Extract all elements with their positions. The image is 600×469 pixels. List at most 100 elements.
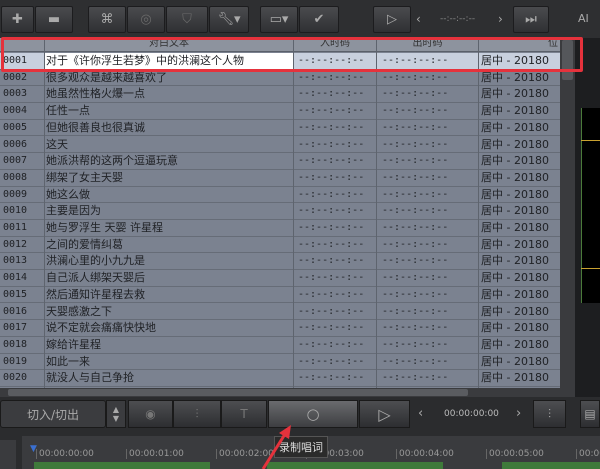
row-out-time[interactable]: --:--:--:--: [382, 86, 477, 102]
row-text[interactable]: 她这么做: [45, 187, 293, 203]
row-in-time[interactable]: --:--:--:--: [298, 170, 376, 186]
table-row[interactable]: 0018 嫁给许星程 --:--:--:-- --:--:--:-- 居中 - 2018…: [0, 337, 560, 354]
zoom-button[interactable]: ◎: [127, 6, 165, 33]
table-row[interactable]: 0008 绑架了女主天婴 --:--:--:-- --:--:--:-- 居中 - 20…: [0, 170, 560, 187]
row-out-time[interactable]: --:--:--:--: [382, 170, 477, 186]
row-in-time[interactable]: --:--:--:--: [298, 203, 376, 219]
row-out-time[interactable]: --:--:--:--: [382, 320, 477, 336]
row-out-time[interactable]: --:--:--:--: [382, 137, 477, 153]
row-in-time[interactable]: --:--:--:--: [298, 253, 376, 269]
row-position[interactable]: 居中 - 20180: [481, 86, 559, 102]
row-in-time[interactable]: --:--:--:--: [298, 370, 376, 386]
row-text[interactable]: 任性一点: [45, 103, 293, 119]
row-out-time[interactable]: --:--:--:--: [382, 253, 477, 269]
prev-arrow[interactable]: ‹: [418, 406, 423, 421]
table-row[interactable]: 0016 天婴感激之下 --:--:--:-- --:--:--:-- 居中 - 201…: [0, 304, 560, 321]
row-text[interactable]: 她派洪帮的这两个逗逼玩意: [45, 153, 293, 169]
row-position[interactable]: 居中 - 20180: [481, 120, 559, 136]
row-text[interactable]: 自己派人绑架天婴后: [45, 270, 293, 286]
row-text[interactable]: 主要是因为: [45, 203, 293, 219]
row-position[interactable]: 居中 - 20180: [481, 237, 559, 253]
display-dropdown[interactable]: ▭▾: [260, 6, 298, 33]
split-button[interactable]: ⫶: [173, 400, 221, 428]
tools-dropdown[interactable]: 🔧︎▾: [209, 6, 249, 33]
play-lyrics-button[interactable]: ▷: [359, 400, 410, 428]
horizontal-scrollbar[interactable]: [0, 388, 575, 397]
row-in-time[interactable]: --:--:--:--: [298, 120, 376, 136]
table-row[interactable]: 0019 如此一来 --:--:--:-- --:--:--:-- 居中 - 20180: [0, 354, 560, 371]
row-in-time[interactable]: --:--:--:--: [298, 337, 376, 353]
settings-button[interactable]: ⫶: [533, 400, 566, 428]
row-in-time[interactable]: --:--:--:--: [298, 320, 376, 336]
table-row[interactable]: 0012 之间的爱情纠葛 --:--:--:-- --:--:--:-- 居中 - 20…: [0, 237, 560, 254]
row-position[interactable]: 居中 - 20180: [481, 203, 559, 219]
table-row[interactable]: 0015 然后通知许星程去救 --:--:--:-- --:--:--:-- 居中 - …: [0, 287, 560, 304]
row-position[interactable]: 居中 - 20180: [481, 70, 559, 86]
next-arrow[interactable]: ›: [516, 406, 521, 421]
row-text[interactable]: 她虽然性格火爆一点: [45, 86, 293, 102]
row-text[interactable]: 说不定就会痛痛快快地: [45, 320, 293, 336]
row-in-time[interactable]: --:--:--:--: [298, 237, 376, 253]
row-in-time[interactable]: --:--:--:--: [298, 354, 376, 370]
row-position[interactable]: 居中 - 20180: [481, 320, 559, 336]
row-out-time[interactable]: --:--:--:--: [382, 354, 477, 370]
row-position[interactable]: 居中 - 20180: [481, 187, 559, 203]
row-in-time[interactable]: --:--:--:--: [298, 270, 376, 286]
row-text[interactable]: 就没人与自己争抢: [45, 370, 293, 386]
row-in-time[interactable]: --:--:--:--: [298, 86, 376, 102]
row-position[interactable]: 居中 - 20180: [481, 253, 559, 269]
next-arrow[interactable]: ›: [498, 12, 503, 26]
mode-stepper[interactable]: ▲ ▼: [106, 400, 126, 428]
row-position[interactable]: 居中 - 20180: [481, 220, 559, 236]
table-row[interactable]: 0011 她与罗浮生 天婴 许星程 --:--:--:-- --:--:--:-- 居中…: [0, 220, 560, 237]
row-text[interactable]: 她与罗浮生 天婴 许星程: [45, 220, 293, 236]
row-position[interactable]: 居中 - 20180: [481, 270, 559, 286]
clip[interactable]: [34, 462, 210, 469]
row-text[interactable]: 如此一来: [45, 354, 293, 370]
row-in-time[interactable]: --:--:--:--: [298, 287, 376, 303]
effect-button[interactable]: ◉: [128, 400, 173, 428]
track-side-button[interactable]: [0, 440, 16, 469]
row-text[interactable]: 很多观众是越来越喜欢了: [45, 70, 293, 86]
row-text[interactable]: 但她很善良也很真诚: [45, 120, 293, 136]
row-out-time[interactable]: --:--:--:--: [382, 103, 477, 119]
row-out-time[interactable]: --:--:--:--: [382, 187, 477, 203]
row-position[interactable]: 居中 - 20180: [481, 337, 559, 353]
row-position[interactable]: 居中 - 20180: [481, 153, 559, 169]
vertical-scrollbar[interactable]: [560, 38, 575, 388]
row-out-time[interactable]: --:--:--:--: [382, 220, 477, 236]
shield-button[interactable]: ⛉: [166, 6, 208, 33]
row-out-time[interactable]: --:--:--:--: [382, 287, 477, 303]
play-button[interactable]: ▷: [373, 6, 411, 33]
row-in-time[interactable]: --:--:--:--: [298, 153, 376, 169]
row-out-time[interactable]: --:--:--:--: [382, 370, 477, 386]
add-button[interactable]: ✚: [1, 6, 34, 33]
row-in-time[interactable]: --:--:--:--: [298, 103, 376, 119]
row-text[interactable]: 然后通知许星程去救: [45, 287, 293, 303]
row-text[interactable]: 天婴感激之下: [45, 304, 293, 320]
row-out-time[interactable]: --:--:--:--: [382, 237, 477, 253]
table-row[interactable]: 0009 她这么做 --:--:--:-- --:--:--:-- 居中 - 20180: [0, 187, 560, 204]
row-position[interactable]: 居中 - 20180: [481, 170, 559, 186]
row-out-time[interactable]: --:--:--:--: [382, 120, 477, 136]
extra-button[interactable]: ▤: [580, 400, 600, 428]
table-row[interactable]: 0005 但她很善良也很真诚 --:--:--:-- --:--:--:-- 居中 - …: [0, 120, 560, 137]
table-row[interactable]: 0002 很多观众是越来越喜欢了 --:--:--:-- --:--:--:-- 居中 …: [0, 70, 560, 87]
row-out-time[interactable]: --:--:--:--: [382, 70, 477, 86]
check-button[interactable]: ✔: [299, 6, 339, 33]
table-row[interactable]: 0007 她派洪帮的这两个逗逼玩意 --:--:--:-- --:--:--:-- 居中…: [0, 153, 560, 170]
row-in-time[interactable]: --:--:--:--: [298, 220, 376, 236]
table-row[interactable]: 0003 她虽然性格火爆一点 --:--:--:-- --:--:--:-- 居中 - …: [0, 86, 560, 104]
row-out-time[interactable]: --:--:--:--: [382, 337, 477, 353]
remove-button[interactable]: ▬: [35, 6, 73, 33]
row-text[interactable]: 之间的爱情纠葛: [45, 237, 293, 253]
row-out-time[interactable]: --:--:--:--: [382, 304, 477, 320]
table-row[interactable]: 0004 任性一点 --:--:--:-- --:--:--:-- 居中 - 20180: [0, 103, 560, 120]
row-in-time[interactable]: --:--:--:--: [298, 137, 376, 153]
row-text[interactable]: 嫁给许星程: [45, 337, 293, 353]
row-position[interactable]: 居中 - 20180: [481, 103, 559, 119]
row-in-time[interactable]: --:--:--:--: [298, 187, 376, 203]
clip[interactable]: [502, 462, 600, 469]
table-row[interactable]: 0020 就没人与自己争抢 --:--:--:-- --:--:--:-- 居中 - 2…: [0, 370, 560, 387]
row-position[interactable]: 居中 - 20180: [481, 370, 559, 386]
